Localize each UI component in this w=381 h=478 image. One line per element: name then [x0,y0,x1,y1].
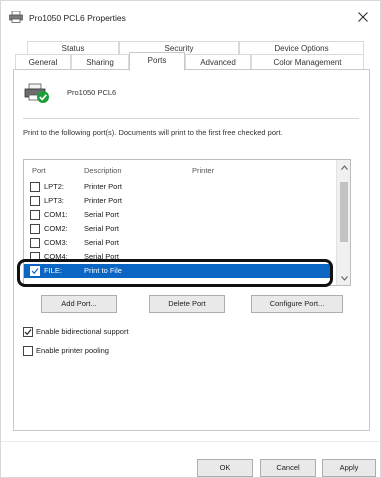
port-description: Serial Port [84,238,120,247]
properties-dialog: Pro1050 PCL6 Properties Status Security … [0,0,381,478]
port-list-scrollbar[interactable] [336,160,350,285]
pooling-label: Enable printer pooling [36,346,109,355]
add-port-button[interactable]: Add Port... [41,295,117,313]
port-instruction-text: Print to the following port(s). Document… [23,128,283,137]
port-checkbox[interactable] [30,224,40,234]
port-name: COM1: [44,210,68,219]
port-checkbox[interactable] [30,182,40,192]
printer-icon [9,10,23,23]
port-row-lpt2[interactable]: LPT2: Printer Port [24,180,330,194]
port-name: COM3: [44,238,68,247]
close-button[interactable] [350,5,376,29]
chevron-up-icon [340,164,348,170]
tab-color-management[interactable]: Color Management [251,54,364,70]
port-row-com2[interactable]: COM2: Serial Port [24,222,330,236]
tab-row-lower: General Sharing Ports Advanced Color Man… [15,52,364,71]
title-bar: Pro1050 PCL6 Properties [1,1,380,35]
column-header-description[interactable]: Description [84,166,122,175]
port-description: Serial Port [84,210,120,219]
port-name: LPT3: [44,196,65,205]
port-checkbox[interactable] [30,210,40,220]
port-list[interactable]: Port Description Printer LPT2: Printer P… [23,159,351,286]
tab-row-upper: Status Security Device Options [27,41,364,54]
port-row-com1[interactable]: COM1: Serial Port [24,208,330,222]
port-name: FILE: [44,266,62,275]
checkmark-icon [31,268,39,275]
cancel-button[interactable]: Cancel [260,459,316,477]
scroll-down-button[interactable] [337,271,350,285]
scroll-thumb[interactable] [340,182,348,242]
bidirectional-checkbox[interactable] [23,327,33,337]
port-name: COM2: [44,224,68,233]
divider [23,118,359,119]
port-checkbox[interactable] [30,252,40,260]
port-name: COM4: [44,252,68,260]
column-header-printer[interactable]: Printer [192,166,214,175]
port-name: LPT2: [44,182,65,191]
port-row-lpt3[interactable]: LPT3: Printer Port [24,194,330,208]
bidirectional-option[interactable]: Enable bidirectional support [23,326,203,338]
port-row-file[interactable]: FILE: Print to File [24,264,330,278]
tab-status[interactable]: Status [27,41,119,54]
tab-device-options[interactable]: Device Options [239,41,364,54]
port-checkbox[interactable] [30,196,40,206]
tab-advanced[interactable]: Advanced [185,54,251,70]
port-description: Printer Port [84,182,122,191]
column-header-port[interactable]: Port [32,166,46,175]
apply-button[interactable]: Apply [322,459,376,477]
configure-port-button[interactable]: Configure Port... [251,295,343,313]
footer-separator [1,441,380,442]
printer-name: Pro1050 PCL6 [67,88,117,97]
ok-button[interactable]: OK [197,459,253,477]
window-title: Pro1050 PCL6 Properties [29,13,126,23]
bidirectional-label: Enable bidirectional support [36,327,129,336]
pooling-option[interactable]: Enable printer pooling [23,345,183,357]
scroll-up-button[interactable] [337,160,350,174]
checkmark-icon [24,329,32,336]
tab-ports[interactable]: Ports [129,52,185,71]
port-row-com4[interactable]: COM4: Serial Port [24,250,330,260]
list-header: Port Description Printer [24,160,350,178]
port-description: Serial Port [84,252,120,260]
close-icon [358,12,368,22]
port-description: Serial Port [84,224,120,233]
port-checkbox[interactable] [30,238,40,248]
chevron-down-icon [340,275,348,281]
port-checkbox[interactable] [30,266,40,276]
port-description: Printer Port [84,196,122,205]
tab-sharing[interactable]: Sharing [71,54,129,70]
pooling-checkbox[interactable] [23,346,33,356]
delete-port-button[interactable]: Delete Port [149,295,225,313]
port-description: Print to File [84,266,122,275]
printer-check-icon [24,82,50,104]
port-row-com3[interactable]: COM3: Serial Port [24,236,330,250]
tab-general[interactable]: General [15,54,71,70]
